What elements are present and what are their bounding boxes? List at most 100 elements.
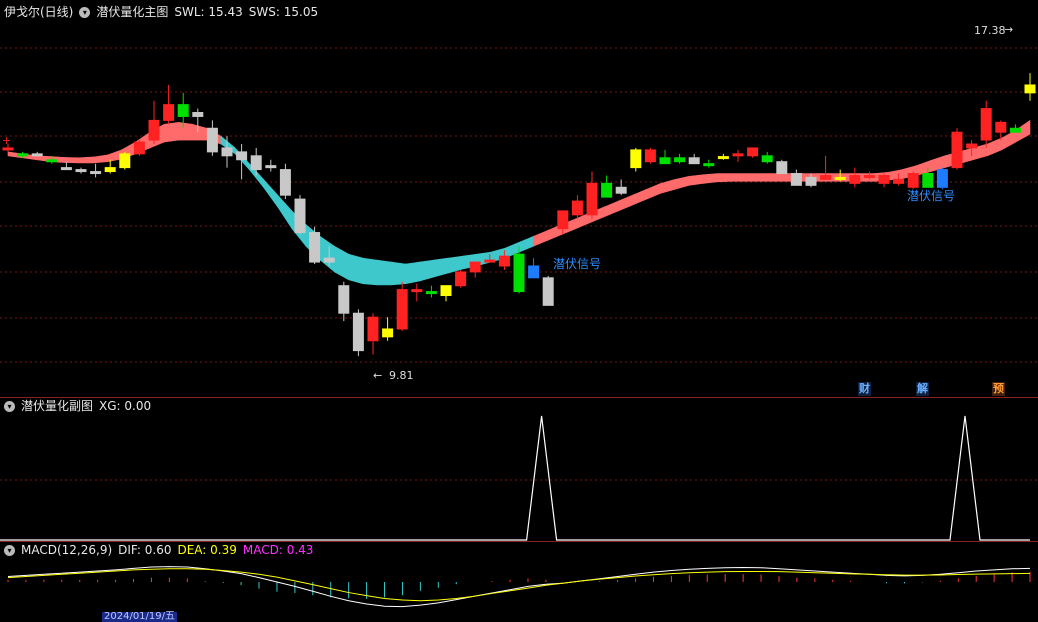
candle-body[interactable] [834,176,846,180]
ribbon-segment [263,178,278,208]
candle-body[interactable] [455,271,467,287]
candle-body[interactable] [294,198,306,234]
candle-body[interactable] [995,121,1007,133]
candle-body[interactable] [309,232,321,263]
annotations: 17.38 → ← 9.81 潜伏信号 潜伏信号 + [2,23,1013,382]
candle-body[interactable] [542,277,554,306]
candle-body[interactable] [192,112,204,117]
ribbon-segment [419,259,435,282]
candle-body[interactable] [60,167,72,171]
candle-body[interactable] [425,291,437,295]
candle-body[interactable] [367,316,379,342]
candle-body[interactable] [484,259,496,263]
ribbon-segment [731,173,747,182]
candle-body[interactable] [279,169,291,196]
candle-body[interactable] [323,257,335,263]
candle-body[interactable] [2,147,14,151]
candle-body[interactable] [221,147,233,157]
candle-body[interactable] [75,169,87,173]
candle-body[interactable] [513,253,525,293]
candle-body[interactable] [133,141,145,155]
crosshair-plus-icon: + [2,134,11,147]
candle-body[interactable] [90,171,102,175]
candle-body[interactable] [250,155,262,171]
ribbon-segment [774,173,789,182]
candle-body[interactable] [688,157,700,165]
ribbon-segment [178,122,193,141]
ribbon-segment [78,156,94,164]
candle-body[interactable] [980,108,992,141]
candle-body[interactable] [31,153,43,157]
candle-body[interactable] [790,173,802,186]
candle-body[interactable] [761,155,773,163]
candle-body[interactable] [338,285,350,314]
candle-body[interactable] [498,255,510,267]
ribbon-segment [390,261,406,286]
macd-indicator [7,566,1031,608]
candle-body[interactable] [717,156,729,160]
candle-body[interactable] [265,165,277,169]
ribbon-segment [447,255,463,274]
dif-line [7,566,1031,608]
candle-body[interactable] [557,210,569,230]
candle-body[interactable] [951,131,963,169]
ribbon-segment [518,236,534,253]
candle-body[interactable] [922,173,934,188]
candle-body[interactable] [586,182,598,216]
candle-body[interactable] [601,182,613,198]
candle-body[interactable] [703,163,715,167]
candle-body[interactable] [206,127,218,153]
ribbon-segment [689,174,704,186]
candle-body[interactable] [644,149,656,163]
candle-body[interactable] [805,176,817,186]
candle-body[interactable] [411,289,423,293]
candle-body[interactable] [46,159,58,163]
candle-body[interactable] [148,119,160,141]
candle-body[interactable] [630,149,642,169]
candle-body[interactable] [1024,84,1036,94]
candle-body[interactable] [936,169,948,188]
candle-body[interactable] [352,312,364,352]
candle-body[interactable] [382,328,394,338]
candle-body[interactable] [17,153,29,157]
high-arrow-icon: → [1004,23,1013,36]
price-chart[interactable]: 17.38 → ← 9.81 潜伏信号 潜伏信号 + [0,0,1038,619]
candle-body[interactable] [396,289,408,330]
low-price-label: 9.81 [389,369,414,382]
candle-body[interactable] [571,200,583,216]
candle-body[interactable] [878,174,890,184]
candle-body[interactable] [907,173,919,188]
candle-body[interactable] [440,285,452,297]
ribbon-segment [92,154,108,164]
candle-body[interactable] [615,186,627,194]
candle-body[interactable] [104,167,116,173]
candle-body[interactable] [528,265,540,279]
candle-body[interactable] [163,104,175,121]
candle-body[interactable] [236,151,248,161]
candle-body[interactable] [820,174,832,180]
candles [2,73,1036,357]
candle-body[interactable] [893,178,905,184]
candle-body[interactable] [1009,127,1021,133]
candle-body[interactable] [849,174,861,184]
high-price-label: 17.38 [974,24,1006,37]
ribbon-segment [1001,129,1017,151]
ribbon-segment [405,261,420,285]
candle-body[interactable] [469,261,481,273]
candle-body[interactable] [863,174,875,178]
ribbon-segment [674,175,690,190]
candle-body[interactable] [732,153,744,157]
candle-body[interactable] [659,157,671,165]
ribbon-segment [192,123,208,141]
ribbon-segment [603,200,619,218]
candle-body[interactable] [674,157,686,163]
ribbon-segment [632,188,648,206]
candle-body[interactable] [177,104,189,117]
xg-line [0,415,1030,541]
candle-body[interactable] [119,153,131,169]
candle-body[interactable] [747,147,759,157]
ribbon-segment [319,235,335,273]
candle-body[interactable] [966,143,978,149]
signal-label-1: 潜伏信号 [553,257,601,271]
candle-body[interactable] [776,161,788,175]
